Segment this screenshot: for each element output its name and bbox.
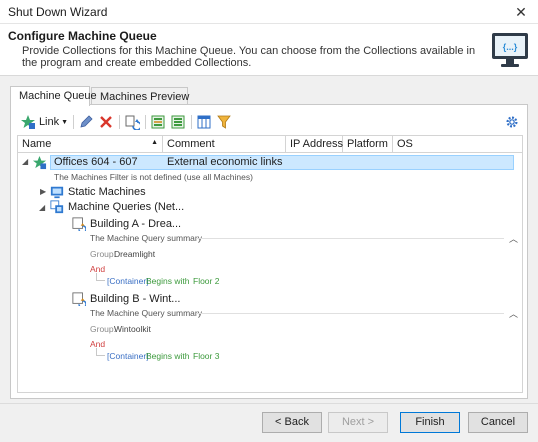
settings-icon bbox=[506, 116, 518, 128]
expand-all-icon bbox=[151, 115, 165, 129]
tab-machine-queue[interactable]: Machine Queue bbox=[10, 86, 97, 106]
page-description: Provide Collections for this Machine Que… bbox=[22, 45, 476, 69]
expand-all-button[interactable] bbox=[149, 113, 167, 131]
filter-button[interactable] bbox=[215, 113, 233, 131]
edit-icon bbox=[80, 115, 93, 128]
sort-ascending-icon: ▲ bbox=[151, 139, 158, 146]
toolbar: Link ▼ bbox=[11, 109, 527, 135]
column-header-label: Name bbox=[22, 138, 52, 150]
cancel-button[interactable]: Cancel bbox=[468, 412, 528, 433]
close-icon[interactable]: ✕ bbox=[510, 1, 532, 23]
toolbar-separator bbox=[119, 115, 120, 129]
static-machines-node[interactable]: Static Machines bbox=[68, 186, 146, 198]
column-header-name[interactable]: Name ▲ bbox=[18, 136, 163, 153]
finish-button[interactable]: Finish bbox=[400, 412, 460, 433]
svg-text:{...}: {...} bbox=[503, 42, 518, 52]
group-value: Dreamlight bbox=[114, 249, 156, 259]
column-header-comment[interactable]: Comment bbox=[163, 136, 286, 153]
query-summary: The Machine Query summary bbox=[90, 233, 202, 243]
columns-icon bbox=[197, 115, 211, 129]
machine-queries-icon bbox=[50, 200, 64, 214]
group-value: Wintoolkit bbox=[114, 324, 151, 334]
root-name[interactable]: Offices 604 - 607 bbox=[54, 156, 138, 168]
summary-divider bbox=[196, 313, 504, 314]
collapse-summary-icon[interactable]: ︿ bbox=[509, 232, 518, 245]
window-title: Shut Down Wizard bbox=[8, 5, 108, 19]
root-comment: External economic links bbox=[167, 156, 283, 168]
title-bar: Shut Down Wizard ✕ bbox=[0, 0, 538, 24]
machine-queries-node[interactable]: Machine Queries (Net... bbox=[68, 201, 184, 213]
wizard-header: Configure Machine Queue Provide Collecti… bbox=[0, 24, 538, 76]
filter-note: The Machines Filter is not defined (use … bbox=[54, 172, 253, 182]
collapse-arrow-icon[interactable]: ◢ bbox=[22, 157, 28, 166]
tab-panel: Link ▼ Name ▲ Comment IP Address Platfor… bbox=[10, 104, 528, 399]
column-header-os[interactable]: OS bbox=[393, 136, 522, 153]
tree-connector bbox=[96, 355, 105, 356]
collapse-arrow-icon[interactable]: ◢ bbox=[39, 203, 45, 212]
tab-machines-preview[interactable]: Machines Preview bbox=[91, 87, 189, 105]
toolbar-separator bbox=[145, 115, 146, 129]
operator-and: And bbox=[90, 264, 106, 274]
group-label: Group: bbox=[90, 324, 116, 334]
link-button-label: Link bbox=[38, 116, 60, 128]
delete-button[interactable] bbox=[97, 113, 115, 131]
machine-query-icon bbox=[72, 292, 86, 306]
condition-value: Floor 2 bbox=[193, 276, 220, 286]
query-name[interactable]: Building A - Drea... bbox=[90, 218, 181, 230]
toolbar-separator bbox=[191, 115, 192, 129]
machine-queue-icon bbox=[32, 155, 47, 170]
back-button[interactable]: < Back bbox=[262, 412, 322, 433]
footer-divider bbox=[0, 403, 538, 404]
link-button[interactable]: Link ▼ bbox=[19, 113, 69, 131]
expand-arrow-icon[interactable]: ▶ bbox=[40, 187, 46, 196]
collapse-all-icon bbox=[171, 115, 185, 129]
collection-code-icon: {...} bbox=[492, 33, 528, 67]
condition-operator: Begins with bbox=[146, 351, 190, 361]
next-button[interactable]: Next > bbox=[328, 412, 388, 433]
condition-field: [Container] bbox=[107, 351, 149, 361]
delete-icon bbox=[100, 116, 112, 128]
filter-icon bbox=[217, 115, 231, 129]
refresh-icon bbox=[125, 115, 140, 130]
query-name[interactable]: Building B - Wint... bbox=[90, 293, 180, 305]
column-header-platform[interactable]: Platform bbox=[343, 136, 393, 153]
columns-button[interactable] bbox=[195, 113, 213, 131]
page-title: Configure Machine Queue bbox=[8, 29, 157, 43]
column-header-ip-address[interactable]: IP Address bbox=[286, 136, 343, 153]
condition-value: Floor 3 bbox=[193, 351, 220, 361]
refresh-button[interactable] bbox=[123, 113, 141, 131]
summary-divider bbox=[196, 238, 504, 239]
toolbar-separator bbox=[73, 115, 74, 129]
group-label: Group: bbox=[90, 249, 116, 259]
column-header-row: Name ▲ Comment IP Address Platform OS bbox=[18, 136, 522, 153]
collapse-all-button[interactable] bbox=[169, 113, 187, 131]
chevron-down-icon: ▼ bbox=[61, 118, 69, 126]
query-summary: The Machine Query summary bbox=[90, 308, 202, 318]
condition-operator: Begins with bbox=[146, 276, 190, 286]
edit-button[interactable] bbox=[77, 113, 95, 131]
machine-query-icon bbox=[72, 217, 86, 231]
static-machines-icon bbox=[50, 186, 64, 199]
queue-tree-grid[interactable]: Name ▲ Comment IP Address Platform OS ◢ … bbox=[17, 135, 523, 393]
operator-and: And bbox=[90, 339, 106, 349]
link-icon bbox=[20, 115, 35, 129]
tree-connector bbox=[96, 280, 105, 281]
condition-field: [Container] bbox=[107, 276, 149, 286]
settings-button[interactable] bbox=[503, 113, 521, 131]
collapse-summary-icon[interactable]: ︿ bbox=[509, 307, 518, 320]
